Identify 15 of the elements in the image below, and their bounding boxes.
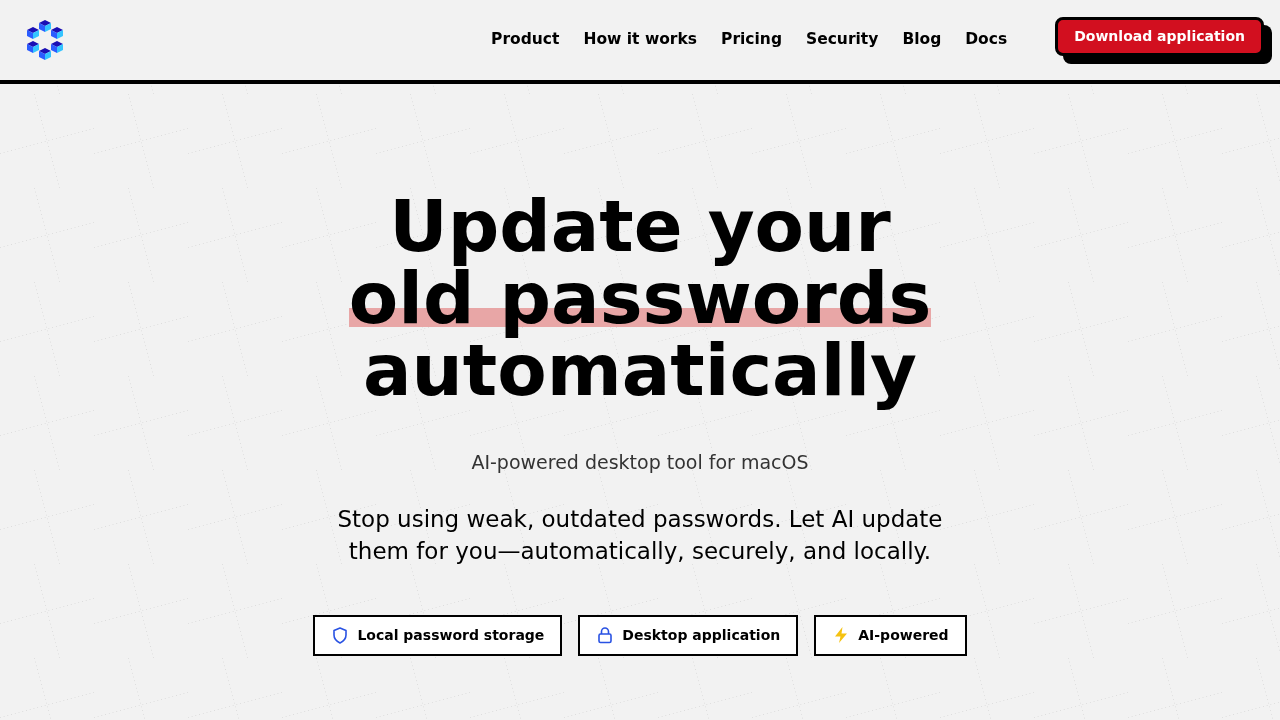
headline: Update your old passwords automatically xyxy=(348,183,932,414)
subtitle: AI-powered desktop tool for macOS xyxy=(471,450,809,475)
nav-link[interactable]: How it works xyxy=(583,28,698,52)
feature-label: Desktop application xyxy=(622,625,781,645)
shield-icon xyxy=(331,626,350,644)
nav-link[interactable]: Blog xyxy=(902,28,942,52)
nav-link[interactable]: Product xyxy=(491,28,560,52)
description: Stop using weak, outdated passwords. Let AI update them for you—automatically, securely, and locally. xyxy=(336,504,944,566)
feature-label: Local password storage xyxy=(357,625,545,645)
feature-label: AI-powered xyxy=(858,625,949,645)
nav-link[interactable]: Pricing xyxy=(721,28,782,52)
logo-icon[interactable] xyxy=(24,19,66,61)
nav-link[interactable]: Security xyxy=(806,28,879,52)
lock-icon xyxy=(596,626,615,644)
nav-link[interactable]: Docs xyxy=(965,28,1008,52)
